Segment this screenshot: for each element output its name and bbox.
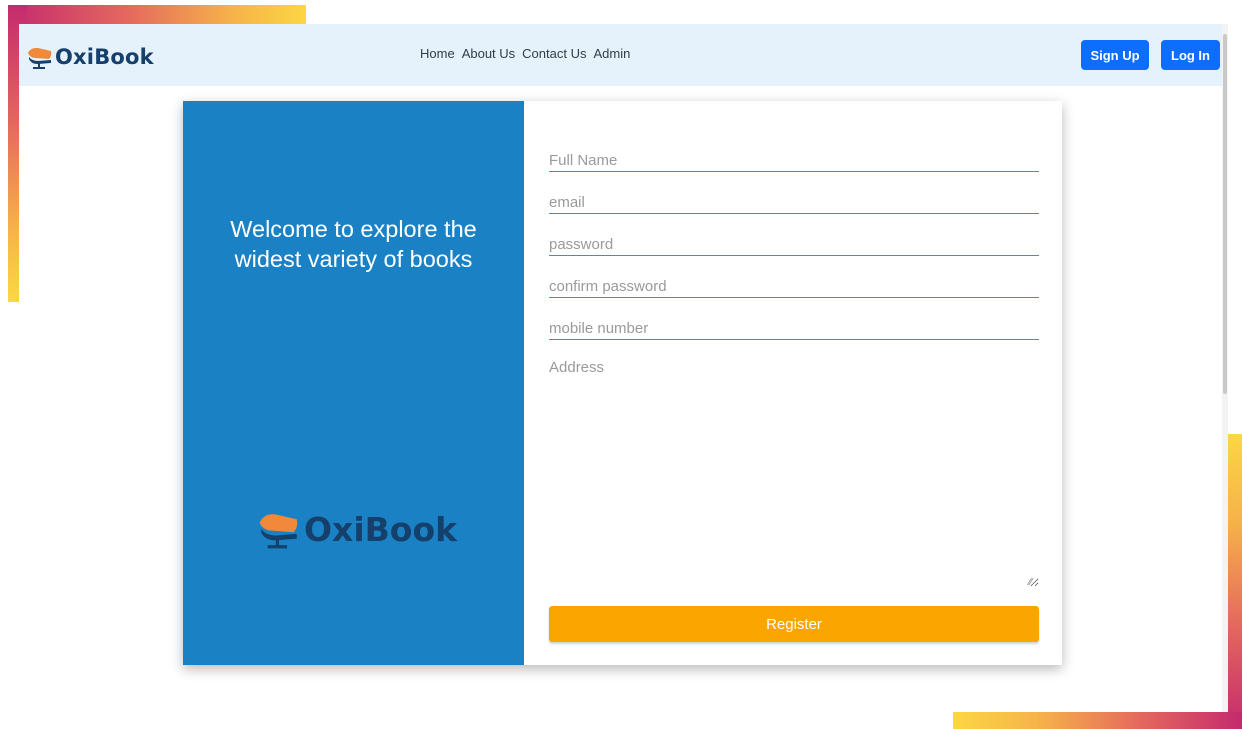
address-textarea[interactable] (549, 359, 1039, 587)
register-form: ⁄⁄ Register (524, 101, 1062, 665)
password-input[interactable] (549, 233, 1039, 256)
decorative-frame-right (1228, 434, 1242, 729)
welcome-line-2: widest variety of books (234, 246, 473, 272)
book-desk-icon (28, 47, 52, 69)
nav-link-admin[interactable]: Admin (593, 46, 630, 61)
email-input[interactable] (549, 191, 1039, 214)
mobile-input[interactable] (549, 317, 1039, 340)
welcome-line-1: Welcome to explore the (230, 216, 477, 242)
navbar: OxiBook Home About Us Contact Us Admin S… (19, 24, 1228, 86)
welcome-text: Welcome to explore the widest variety of… (183, 214, 524, 274)
login-button[interactable]: Log In (1161, 40, 1220, 70)
brand-name: OxiBook (55, 45, 154, 69)
register-card: Welcome to explore the widest variety of… (183, 101, 1062, 665)
nav-links: Home About Us Contact Us Admin (420, 46, 630, 61)
register-button[interactable]: Register (549, 606, 1039, 642)
page-scrollbar[interactable] (1222, 24, 1228, 712)
brand-logo[interactable]: OxiBook (27, 42, 154, 72)
resize-handle-icon[interactable]: ⁄⁄ (1029, 578, 1032, 588)
panel-brand-name: OxiBook (304, 509, 458, 549)
book-desk-icon (259, 514, 298, 549)
welcome-panel: Welcome to explore the widest variety of… (183, 101, 524, 665)
scrollbar-thumb[interactable] (1223, 34, 1227, 394)
fullname-input[interactable] (549, 149, 1039, 172)
nav-link-about[interactable]: About Us (462, 46, 515, 61)
signup-button[interactable]: Sign Up (1081, 40, 1149, 70)
panel-brand-logo: OxiBook (257, 508, 457, 550)
confirm-password-input[interactable] (549, 275, 1039, 298)
decorative-frame-bottom (953, 712, 1242, 729)
nav-link-home[interactable]: Home (420, 46, 455, 61)
browser-page: OxiBook Home About Us Contact Us Admin S… (19, 24, 1228, 712)
decorative-frame-top (8, 5, 306, 24)
nav-link-contact[interactable]: Contact Us (522, 46, 586, 61)
